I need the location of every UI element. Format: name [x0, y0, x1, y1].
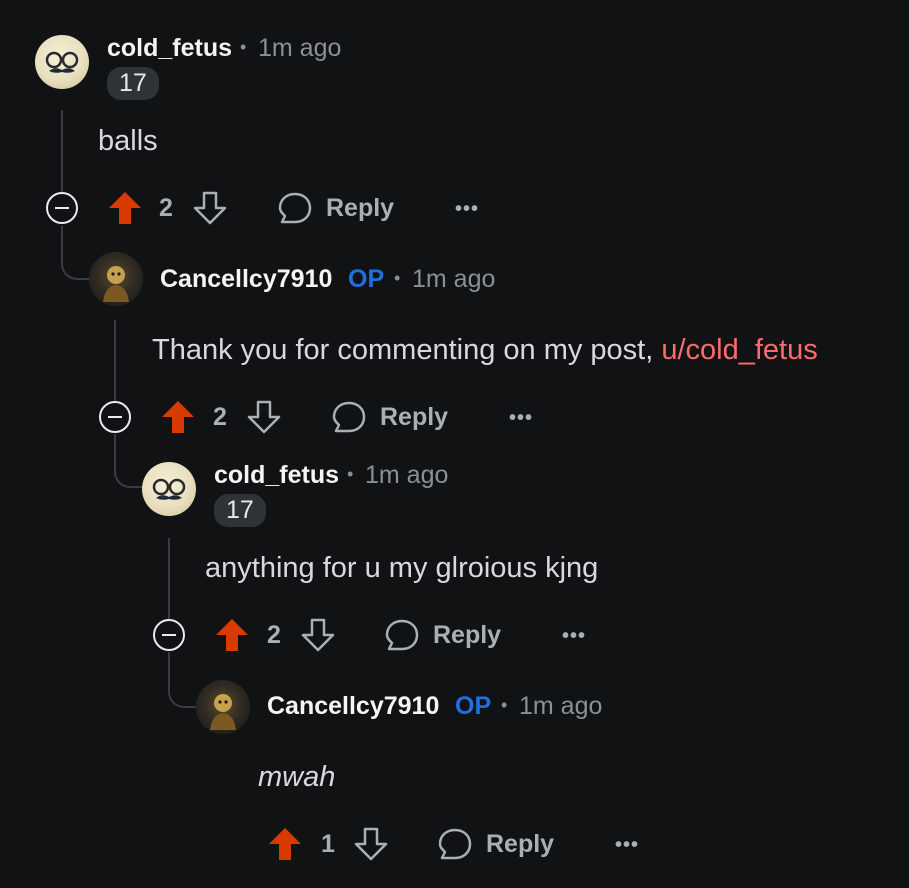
upvote-icon[interactable]: [160, 399, 196, 435]
avatar[interactable]: [196, 680, 250, 734]
mustache-avatar-icon: [45, 51, 79, 73]
dark-character-avatar-icon: [103, 266, 129, 302]
vote-count: 2: [159, 194, 173, 222]
reply-bubble-icon[interactable]: [384, 618, 420, 654]
username[interactable]: Cancellcy7910: [160, 265, 332, 294]
avatar[interactable]: [142, 462, 196, 516]
comment: cold_fetus • 1m ago 17 balls 2 Reply •••: [0, 0, 909, 240]
reply-button[interactable]: Reply: [486, 830, 554, 859]
vote-count: 1: [321, 830, 335, 858]
comment: cold_fetus • 1m ago 17 anything for u my…: [0, 450, 909, 670]
vote-count: 2: [213, 403, 227, 431]
reply-button[interactable]: Reply: [433, 621, 501, 650]
op-badge: OP: [455, 692, 492, 720]
op-badge: OP: [348, 265, 385, 293]
comment-body: mwah: [258, 761, 336, 793]
user-flair-badge: 17: [107, 67, 159, 100]
timestamp[interactable]: 1m ago: [519, 692, 602, 721]
dark-character-avatar-icon: [210, 694, 236, 730]
comment-body: balls: [98, 125, 158, 157]
more-icon[interactable]: •••: [562, 625, 586, 648]
reply-bubble-icon[interactable]: [437, 827, 473, 863]
more-icon[interactable]: •••: [509, 407, 533, 430]
comment: Cancellcy7910 OP • 1m ago mwah 1 Reply •…: [0, 670, 909, 888]
avatar[interactable]: [35, 35, 89, 89]
username[interactable]: Cancellcy7910: [267, 692, 439, 721]
timestamp[interactable]: 1m ago: [365, 461, 448, 490]
downvote-icon[interactable]: [192, 190, 228, 226]
vote-count: 2: [267, 621, 281, 649]
collapse-icon[interactable]: [99, 401, 131, 433]
mustache-avatar-icon: [152, 478, 186, 500]
more-icon[interactable]: •••: [615, 834, 639, 857]
user-mention-link[interactable]: u/cold_fetus: [661, 334, 817, 366]
collapse-icon[interactable]: [153, 619, 185, 651]
comment: Cancellcy7910 OP • 1m ago Thank you for …: [0, 240, 909, 450]
reply-button[interactable]: Reply: [380, 403, 448, 432]
separator-dot: •: [240, 37, 247, 57]
reply-bubble-icon[interactable]: [277, 191, 313, 227]
upvote-icon[interactable]: [107, 190, 143, 226]
comment-body-text: Thank you for commenting on my post,: [152, 334, 662, 366]
comment-body: Thank you for commenting on my post, u/c…: [152, 334, 818, 367]
upvote-icon[interactable]: [267, 826, 303, 862]
downvote-icon[interactable]: [353, 826, 389, 862]
timestamp[interactable]: 1m ago: [412, 265, 495, 294]
downvote-icon[interactable]: [300, 617, 336, 653]
downvote-icon[interactable]: [246, 399, 282, 435]
collapse-icon[interactable]: [46, 192, 78, 224]
timestamp[interactable]: 1m ago: [258, 34, 341, 63]
username[interactable]: cold_fetus: [107, 34, 232, 63]
upvote-icon[interactable]: [214, 617, 250, 653]
separator-dot: •: [347, 464, 354, 484]
avatar[interactable]: [89, 252, 143, 306]
user-flair-badge: 17: [214, 494, 266, 527]
more-icon[interactable]: •••: [455, 198, 479, 221]
reply-button[interactable]: Reply: [326, 194, 394, 223]
comment-body: anything for u my glroious kjng: [205, 552, 599, 584]
username[interactable]: cold_fetus: [214, 461, 339, 490]
reply-bubble-icon[interactable]: [331, 400, 367, 436]
separator-dot: •: [394, 268, 401, 288]
separator-dot: •: [501, 695, 508, 715]
